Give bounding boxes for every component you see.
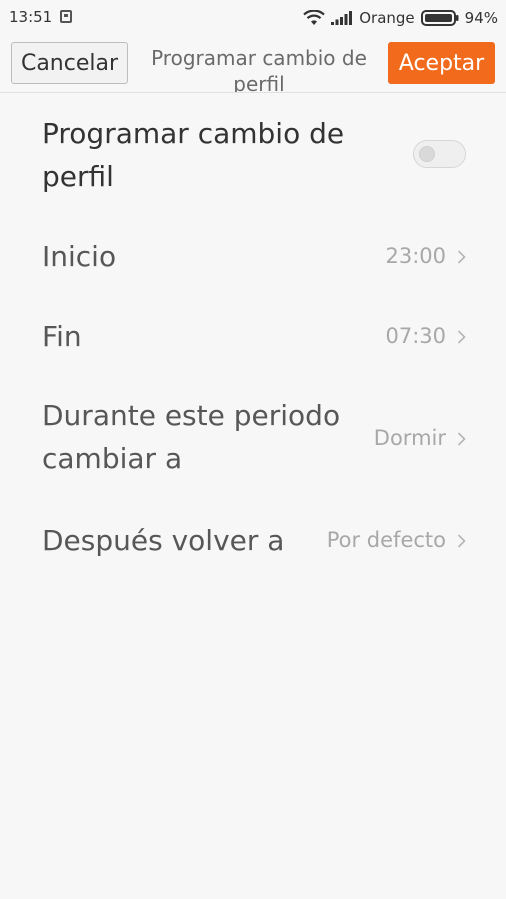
battery-percent: 94%	[464, 9, 498, 27]
status-time: 13:51	[9, 8, 53, 26]
cancel-button[interactable]: Cancelar	[11, 42, 128, 84]
status-bar: 13:51 Orange 94%	[0, 0, 506, 36]
page-title: Programar cambio de perfil	[151, 46, 367, 93]
status-indicators: Orange 94%	[303, 7, 498, 29]
wifi-icon	[303, 10, 325, 26]
schedule-toggle-label: Programar cambio de perfil	[42, 117, 345, 193]
accept-button[interactable]: Aceptar	[388, 42, 495, 84]
after-profile-label: Después volver a	[42, 524, 285, 557]
carrier-name: Orange	[359, 9, 415, 27]
chevron-right-icon	[457, 432, 466, 446]
chevron-right-icon	[457, 250, 466, 264]
start-time-value: 23:00	[385, 244, 446, 268]
signal-icon	[331, 11, 353, 25]
start-time-label: Inicio	[42, 240, 117, 273]
chevron-right-icon	[457, 330, 466, 344]
after-profile-value: Por defecto	[326, 528, 446, 552]
during-profile-value: Dormir	[373, 426, 446, 450]
during-profile-label: Durante este periodo cambiar a	[42, 399, 341, 475]
end-time-row[interactable]: Fin 07:30	[0, 300, 506, 374]
toggle-knob	[419, 146, 435, 162]
after-profile-row[interactable]: Después volver a Por defecto	[0, 505, 506, 579]
battery-icon	[420, 10, 459, 26]
end-time-value: 07:30	[385, 324, 446, 348]
during-profile-row[interactable]: Durante este periodo cambiar a Dormir	[0, 390, 506, 490]
action-bar: Cancelar Programar cambio de perfil Acep…	[0, 36, 506, 93]
end-time-label: Fin	[42, 320, 82, 353]
start-time-row[interactable]: Inicio 23:00	[0, 220, 506, 294]
chevron-right-icon	[457, 534, 466, 548]
notification-icon	[60, 10, 72, 23]
schedule-toggle[interactable]	[413, 140, 466, 168]
